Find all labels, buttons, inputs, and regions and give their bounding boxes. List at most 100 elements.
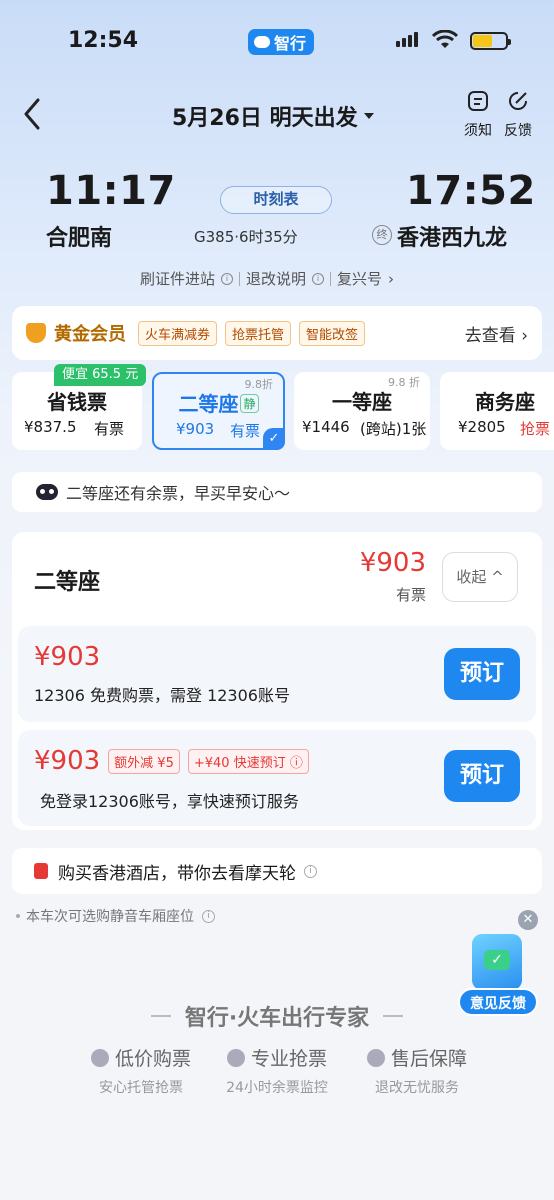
gold-member-bar[interactable]: 黄金会员 火车满减券 抢票托管 智能改签 去查看 › — [12, 306, 542, 360]
notice-icon — [468, 91, 488, 111]
info-icon[interactable]: i — [202, 909, 215, 923]
brand-text: 智行·火车出行专家 — [184, 1006, 370, 1031]
collapse-button[interactable]: 收起 ^ — [442, 552, 518, 602]
date-title: 5月26日 明天出发 — [172, 106, 358, 131]
robot-icon — [36, 484, 58, 500]
info-icon: ⓘ — [289, 755, 303, 771]
feature-title: 专业抢票 — [250, 1048, 327, 1070]
feature-subtitle: 安心托管抢票 — [99, 1080, 183, 1096]
option-price: ¥903 — [34, 642, 101, 672]
check-icon: ✓ — [263, 428, 285, 450]
seat-card-first-class[interactable]: 9.8 折 一等座 ¥1446 (跨站)1张 — [294, 372, 430, 450]
price-icon — [90, 1048, 109, 1067]
close-icon[interactable]: ✕ — [518, 910, 538, 930]
seat-detail-title: 二等座 — [34, 570, 101, 595]
seat-detail-card: 二等座 ¥903 有票 收起 ^ ¥903 12306 免费购票，需登 1230… — [12, 532, 542, 830]
signal-icon — [396, 32, 418, 47]
gold-tag: 火车满减券 — [138, 320, 218, 346]
feature-title: 售后保障 — [390, 1048, 467, 1070]
book-button[interactable]: 预订 — [444, 648, 520, 700]
depart-time: 11:17 — [46, 168, 176, 214]
arrive-station: 香港西九龙 — [397, 226, 508, 251]
seat-availability: 有票 — [230, 422, 261, 440]
status-time: 12:54 — [68, 28, 139, 53]
hotel-icon — [34, 863, 48, 879]
gold-title: 黄金会员 — [54, 324, 126, 345]
gold-tag: 抢票托管 — [225, 320, 292, 346]
divider — [383, 1015, 404, 1017]
chevron-right-icon: › — [388, 269, 395, 288]
book-button[interactable]: 预订 — [444, 750, 520, 802]
collapse-label: 收起 — [456, 568, 487, 586]
info-icon[interactable]: i — [312, 272, 325, 285]
gold-view-label: 去查看 — [464, 325, 516, 346]
train-info-links: 刷证件进站 i 退改说明 i 复兴号 › — [140, 268, 394, 289]
brand-slogan: 智行·火车出行专家 — [0, 1000, 554, 1032]
gold-view-link[interactable]: 去查看 › — [465, 321, 528, 346]
booking-option-free: ¥903 12306 免费购票，需登 12306账号 预订 — [18, 626, 536, 722]
divider — [239, 271, 241, 286]
gold-shield-icon — [26, 323, 46, 343]
seat-availability: 抢票 — [520, 420, 551, 438]
seat-name: 商务座 — [475, 390, 535, 414]
app-indicator: 智行 — [248, 29, 315, 55]
note-text: 本车次可选购静音车厢座位 — [26, 909, 194, 925]
seat-availability: 有票 — [94, 420, 125, 438]
hotel-promo[interactable]: 购买香港酒店，带你去看摩天轮 i — [12, 848, 542, 894]
chevron-up-icon: ^ — [491, 568, 504, 586]
fast-booking-tag[interactable]: +¥40 快速预订 ⓘ — [187, 748, 309, 774]
shield-icon — [366, 1048, 385, 1067]
info-icon[interactable]: i — [304, 864, 317, 878]
seat-price: ¥2805 — [458, 418, 506, 436]
seat-card-second-class[interactable]: 9.8折 二等座静 ¥903 有票 ✓ — [152, 372, 285, 450]
clipboard-icon: ✓ — [472, 934, 522, 990]
seat-price: ¥903 — [176, 420, 215, 438]
arrive-time: 17:52 — [406, 168, 536, 214]
seat-availability: (跨站)1张 — [360, 420, 427, 438]
app-logo-icon — [254, 36, 270, 48]
seat-name: 二等座 — [178, 392, 239, 416]
booking-option-fast: ¥903 额外减 ¥5 +¥40 快速预订 ⓘ 免登录12306账号，享快速预订… — [18, 730, 536, 826]
option-price: ¥903 — [34, 746, 101, 776]
terminal-badge: 终 — [372, 225, 392, 245]
app-name: 智行 — [274, 34, 307, 53]
bullet — [16, 914, 20, 918]
option-description: 免登录12306账号，享快速预订服务 — [40, 792, 299, 811]
seat-card-business[interactable]: 商务座 ¥2805 抢票 — [440, 372, 554, 450]
option-description: 12306 免费购票，需登 12306账号 — [34, 686, 290, 705]
date-selector[interactable]: 5月26日 明天出发 — [172, 100, 374, 132]
seat-price: ¥837.5 — [24, 418, 77, 436]
edit-icon — [509, 92, 527, 110]
feedback-label: 反馈 — [504, 123, 532, 139]
seat-detail-availability: 有票 — [395, 586, 426, 604]
feature-title: 低价购票 — [114, 1048, 191, 1070]
feature-low-price: 低价购票 安心托管抢票 — [66, 1044, 216, 1097]
feature-grab-ticket: 专业抢票 24小时余票监控 — [202, 1044, 352, 1097]
train-info: G385·6时35分 — [194, 228, 298, 246]
discount-tag: 额外减 ¥5 — [108, 748, 180, 774]
schedule-button[interactable]: 时刻表 — [220, 186, 332, 214]
back-icon[interactable] — [18, 96, 46, 132]
feature-subtitle: 退改无忧服务 — [375, 1080, 459, 1096]
feature-subtitle: 24小时余票监控 — [226, 1080, 328, 1096]
refund-policy-link[interactable]: 退改说明 — [246, 268, 306, 289]
fast-booking-label: +¥40 快速预订 — [193, 755, 286, 771]
save-badge: 便宜 65.5 元 — [54, 364, 147, 386]
seat-price: ¥1446 — [302, 418, 350, 436]
feedback-button[interactable]: 反馈 — [500, 90, 536, 140]
notice-button[interactable]: 须知 — [460, 90, 496, 140]
notice-label: 须知 — [464, 123, 492, 139]
seat-name-row: 二等座静 — [154, 388, 283, 417]
hotel-promo-text: 购买香港酒店，带你去看摩天轮 — [58, 863, 296, 884]
seat-name: 省钱票 — [47, 390, 107, 414]
tip-text: 二等座还有余票，早买早安心～ — [66, 484, 291, 503]
depart-station: 合肥南 — [46, 226, 113, 251]
lightning-icon — [226, 1048, 245, 1067]
id-entry-link[interactable]: 刷证件进站 — [140, 268, 215, 289]
option-price-row: ¥903 额外减 ¥5 +¥40 快速预订 ⓘ — [34, 746, 309, 776]
quiet-car-note: 本车次可选购静音车厢座位 i — [16, 906, 215, 926]
battery-icon — [470, 32, 511, 50]
availability-tip: 二等座还有余票，早买早安心～ — [12, 472, 542, 512]
train-model-link[interactable]: 复兴号 — [337, 268, 382, 289]
info-icon[interactable]: i — [221, 272, 234, 285]
